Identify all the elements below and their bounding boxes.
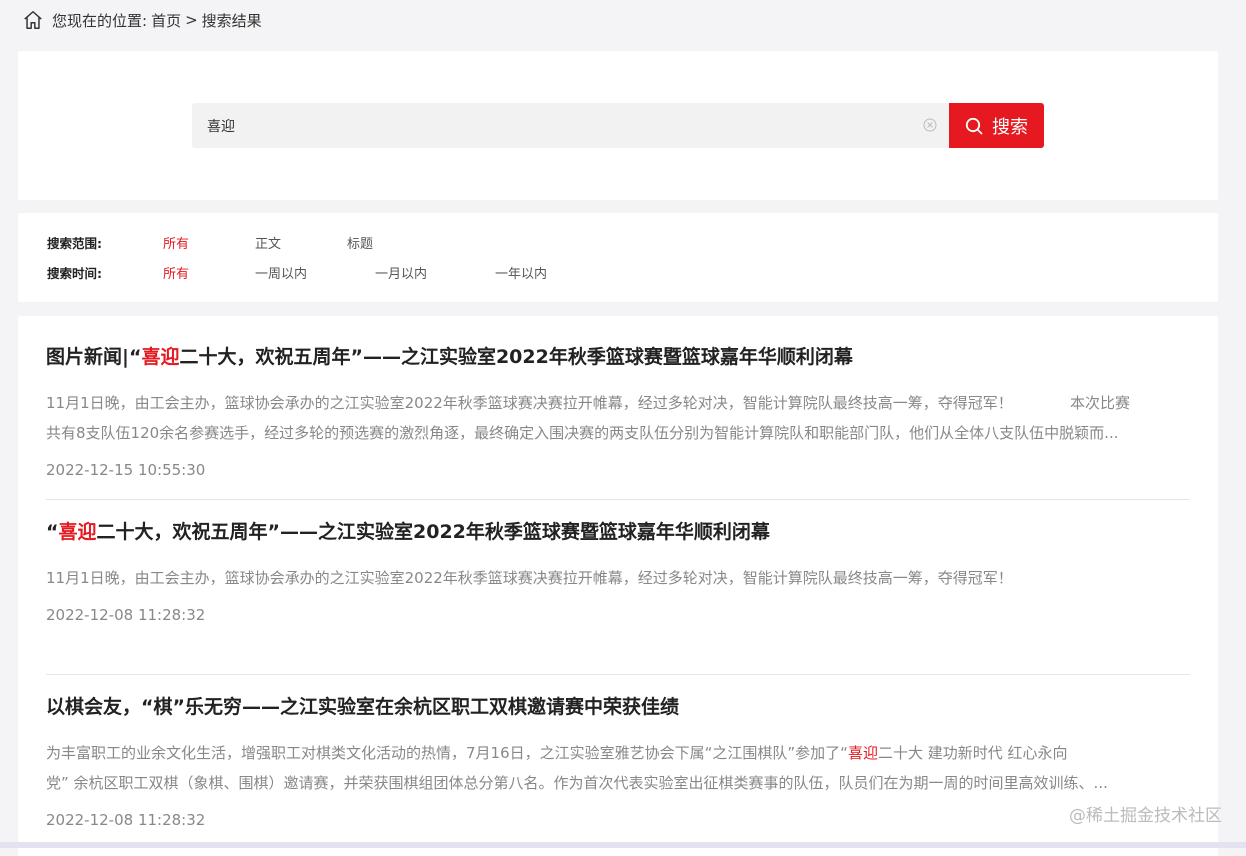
highlight-keyword: 喜迎: [848, 744, 878, 762]
summary-line: 为丰富职工的业余文化生活，增强职工对棋类文化活动的热情，7月16日，之江实验室雅…: [46, 738, 1190, 768]
filter-panel: 搜索范围: 所有 正文 标题 搜索时间: 所有 一周以内 一月以内 一年以内: [18, 213, 1218, 302]
range-option-title[interactable]: 标题: [347, 233, 373, 252]
breadcrumb-current: 搜索结果: [202, 10, 262, 31]
result-title-link[interactable]: 以棋会友，“棋”乐无穷——之江实验室在余杭区职工双棋邀请赛中荣获佳绩: [46, 694, 1190, 720]
range-option-all[interactable]: 所有: [163, 233, 255, 252]
results-panel: 图片新闻|“喜迎二十大，欢祝五周年”——之江实验室2022年秋季篮球赛暨篮球嘉年…: [18, 316, 1218, 856]
highlight-keyword: 喜迎: [59, 521, 97, 543]
home-icon[interactable]: [22, 9, 44, 31]
range-option-body[interactable]: 正文: [255, 233, 347, 252]
summary-line: 11月1日晚，由工会主办，篮球协会承办的之江实验室2022年秋季篮球赛决赛拉开帷…: [46, 563, 1190, 593]
result-date: 2022-12-08 11:28:32: [46, 605, 1190, 625]
summary-line: 党” 余杭区职工双棋（象棋、围棋）邀请赛，并荣获围棋组团体总分第八名。作为首次代…: [46, 768, 1190, 798]
search-icon: [965, 117, 983, 135]
result-date: 2022-12-15 10:55:30: [46, 460, 1190, 480]
search-button-label: 搜索: [992, 113, 1028, 139]
result-title-part: 二十大，欢祝五周年”——之江实验室2022年秋季篮球赛暨篮球嘉年华顺利闭幕: [97, 521, 770, 543]
result-summary: 11月1日晚，由工会主办，篮球协会承办的之江实验室2022年秋季篮球赛决赛拉开帷…: [46, 563, 1190, 593]
result-summary: 11月1日晚，由工会主办，篮球协会承办的之江实验室2022年秋季篮球赛决赛拉开帷…: [46, 388, 1190, 448]
search-button[interactable]: 搜索: [949, 103, 1044, 148]
result-date: 2022-12-08 11:28:32: [46, 810, 1190, 830]
range-filter-label: 搜索范围:: [47, 233, 163, 252]
time-filter-label: 搜索时间:: [47, 263, 163, 282]
search-box: [192, 103, 949, 148]
watermark: @稀土掘金技术社区: [1069, 801, 1222, 826]
result-title-part: “: [46, 521, 59, 543]
breadcrumb-prefix: 您现在的位置:: [52, 10, 147, 31]
summary-part: 二十大 建功新时代 红心永向: [878, 744, 1068, 762]
time-option-year[interactable]: 一年以内: [495, 263, 547, 282]
time-option-month[interactable]: 一月以内: [375, 263, 495, 282]
list-item: 图片新闻|“喜迎二十大，欢祝五周年”——之江实验室2022年秋季篮球赛暨篮球嘉年…: [46, 344, 1190, 480]
range-filter-row: 搜索范围: 所有 正文 标题: [47, 232, 373, 252]
result-title-part: 二十大，欢祝五周年”——之江实验室2022年秋季篮球赛暨篮球嘉年华顺利闭幕: [179, 346, 852, 368]
breadcrumb: 您现在的位置: 首页 > 搜索结果: [22, 9, 262, 31]
clear-icon[interactable]: [923, 118, 937, 132]
divider: [46, 674, 1190, 675]
time-filter-row: 搜索时间: 所有 一周以内 一月以内 一年以内: [47, 262, 547, 282]
summary-line: 11月1日晚，由工会主办，篮球协会承办的之江实验室2022年秋季篮球赛决赛拉开帷…: [46, 388, 1190, 418]
breadcrumb-home-link[interactable]: 首页: [151, 10, 181, 31]
search-input[interactable]: [192, 103, 912, 148]
summary-part: 为丰富职工的业余文化生活，增强职工对棋类文化活动的热情，7月16日，之江实验室雅…: [46, 744, 848, 762]
result-summary: 为丰富职工的业余文化生活，增强职工对棋类文化活动的热情，7月16日，之江实验室雅…: [46, 738, 1190, 798]
highlight-keyword: 喜迎: [141, 346, 179, 368]
time-option-week[interactable]: 一周以内: [255, 263, 375, 282]
list-item: 以棋会友，“棋”乐无穷——之江实验室在余杭区职工双棋邀请赛中荣获佳绩 为丰富职工…: [46, 694, 1190, 830]
result-title-link[interactable]: 图片新闻|“喜迎二十大，欢祝五周年”——之江实验室2022年秋季篮球赛暨篮球嘉年…: [46, 344, 1190, 370]
search-panel: 搜索: [18, 51, 1218, 200]
time-option-all[interactable]: 所有: [163, 263, 255, 282]
result-title-link[interactable]: “喜迎二十大，欢祝五周年”——之江实验室2022年秋季篮球赛暨篮球嘉年华顺利闭幕: [46, 519, 1190, 545]
summary-line: 共有8支队伍120余名参赛选手，经过多轮的预选赛的激烈角逐，最终确定入围决赛的两…: [46, 418, 1190, 448]
list-item: “喜迎二十大，欢祝五周年”——之江实验室2022年秋季篮球赛暨篮球嘉年华顺利闭幕…: [46, 519, 1190, 625]
breadcrumb-separator: >: [185, 11, 198, 29]
result-title-part: 图片新闻|“: [46, 346, 141, 368]
bottom-bar: [0, 842, 1246, 848]
divider: [46, 499, 1190, 500]
